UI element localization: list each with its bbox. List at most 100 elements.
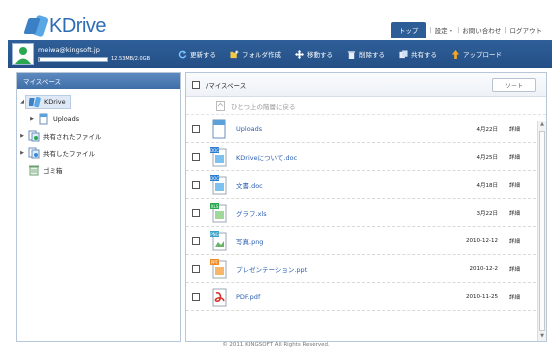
folder-tree: ◢ KDrive ▶ Uploads ▶ 共有されたファイル ▶ 共有したファイ… <box>17 89 180 182</box>
quota-bar <box>38 56 108 62</box>
file-row[interactable]: DOC 文書.doc 4月18日 詳細 <box>186 171 546 199</box>
share-button[interactable]: 共有する <box>399 49 437 59</box>
file-list-header: /マイスペース ソート <box>186 73 546 97</box>
ppt-file-icon: PPT <box>210 258 227 278</box>
nav-separator: | <box>457 26 460 34</box>
file-name[interactable]: Uploads <box>236 125 262 133</box>
expand-arrow-icon[interactable]: ▶ <box>19 150 25 156</box>
file-name[interactable]: プレゼンテーション.ppt <box>236 264 307 274</box>
tree-label: KDrive <box>44 97 66 106</box>
kdrive-logo-icon <box>23 14 49 38</box>
file-row[interactable]: PPT プレゼンテーション.ppt 2010-12-2 詳細 <box>186 255 546 283</box>
delete-button[interactable]: 削除する <box>347 49 385 59</box>
tree-item-kdrive[interactable]: ◢ KDrive <box>19 93 178 110</box>
tree-item-shared-out[interactable]: ▶ 共有したファイル <box>19 144 178 161</box>
row-checkbox[interactable] <box>192 208 200 217</box>
kdrive-logo[interactable]: KDrive <box>23 14 107 38</box>
copyright: © 2011 KINGSOFT All Rights Reserved. <box>222 342 330 348</box>
svg-text:PPT: PPT <box>211 259 219 264</box>
user-info: meiwa@kingsoft.jp 12.53MB/2.0GB <box>38 46 164 62</box>
logo-text: KDrive <box>49 14 107 37</box>
detail-link[interactable]: 詳細 <box>509 181 520 189</box>
move-button[interactable]: 移動する <box>295 49 333 59</box>
toolbar: meiwa@kingsoft.jp 12.53MB/2.0GB 更新する フォル… <box>8 40 552 68</box>
share-label: 共有する <box>411 51 437 59</box>
top-nav: トップ | 設定・ | お問い合わせ | ログアウト <box>390 22 543 38</box>
detail-link[interactable]: 詳細 <box>509 265 520 273</box>
file-row[interactable]: XLS グラフ.xls 3月22日 詳細 <box>186 199 546 227</box>
user-icon <box>15 47 31 64</box>
logout-link[interactable]: ログアウト <box>510 25 543 35</box>
select-all-checkbox[interactable] <box>192 80 200 89</box>
scroll-thumb[interactable] <box>539 131 545 331</box>
file-date: 3月22日 <box>476 210 499 217</box>
new-folder-label: フォルダ作成 <box>242 51 281 59</box>
scroll-up-icon[interactable]: ▲ <box>538 121 546 129</box>
row-checkbox[interactable] <box>192 124 200 133</box>
file-list-panel: /マイスペース ソート ひとつ上の階層に戻る Uploads 4月22日 詳細 … <box>185 72 547 342</box>
file-name[interactable]: グラフ.xls <box>236 208 267 218</box>
settings-link[interactable]: 設定・ <box>435 25 455 35</box>
parent-folder-label: ひとつ上の階層に戻る <box>231 102 296 111</box>
expand-arrow-icon[interactable]: ▶ <box>19 133 25 139</box>
file-row[interactable]: PNG 写真.png 2010-12-12 詳細 <box>186 227 546 255</box>
delete-label: 削除する <box>359 51 385 59</box>
delete-icon <box>347 50 356 59</box>
row-checkbox[interactable] <box>192 236 200 245</box>
file-name[interactable]: 文書.doc <box>236 180 263 190</box>
tree-item-shared-in[interactable]: ▶ 共有されたファイル <box>19 127 178 144</box>
new-folder-icon <box>230 49 239 58</box>
row-checkbox[interactable] <box>192 152 200 161</box>
top-tab[interactable]: トップ <box>390 22 427 38</box>
nav-separator: | <box>504 26 507 34</box>
refresh-button[interactable]: 更新する <box>178 49 216 59</box>
sort-button[interactable]: ソート <box>492 78 536 92</box>
quota-text: 12.53MB/2.0GB <box>111 56 150 62</box>
row-checkbox[interactable] <box>192 292 200 301</box>
file-row[interactable]: DOC KDriveについて.doc 4月25日 詳細 <box>186 143 546 171</box>
quota: 12.53MB/2.0GB <box>38 56 164 62</box>
detail-link[interactable]: 詳細 <box>509 125 520 133</box>
tree-item-trash[interactable]: ゴミ箱 <box>19 161 178 178</box>
file-name[interactable]: 写真.png <box>236 236 263 246</box>
left-panel: マイスペース ◢ KDrive ▶ Uploads ▶ 共有されたファイル ▶ … <box>16 72 181 342</box>
shared-in-icon <box>28 130 40 141</box>
detail-link[interactable]: 詳細 <box>509 237 520 245</box>
tree-item-uploads[interactable]: ▶ Uploads <box>19 110 178 127</box>
tree-label: 共有されたファイル <box>43 132 102 141</box>
detail-link[interactable]: 詳細 <box>509 153 520 161</box>
vertical-scrollbar[interactable]: ▲ ▼ <box>537 121 546 341</box>
upload-button[interactable]: アップロード <box>451 49 502 59</box>
scroll-down-icon[interactable]: ▼ <box>538 333 546 341</box>
file-date: 4月22日 <box>476 126 499 133</box>
detail-link[interactable]: 詳細 <box>509 209 520 217</box>
image-file-icon: PNG <box>210 230 227 250</box>
new-folder-button[interactable]: フォルダ作成 <box>230 49 281 59</box>
upload-icon <box>451 49 460 59</box>
file-row[interactable]: Uploads 4月22日 詳細 <box>186 115 546 143</box>
expand-arrow-icon[interactable]: ▶ <box>29 116 35 122</box>
svg-text:PNG: PNG <box>210 231 219 236</box>
up-level-icon <box>216 100 225 111</box>
file-row[interactable]: PDF.pdf 2010-11-25 詳細 <box>186 283 546 311</box>
file-date: 2010-11-25 <box>466 293 498 300</box>
trash-icon <box>29 165 39 175</box>
doc-file-icon: DOC <box>210 174 227 194</box>
parent-folder-link[interactable]: ひとつ上の階層に戻る <box>186 97 546 115</box>
file-name[interactable]: KDriveについて.doc <box>236 152 297 162</box>
user-email: meiwa@kingsoft.jp <box>38 46 100 54</box>
upload-label: アップロード <box>463 51 502 59</box>
move-icon <box>295 49 304 59</box>
nav-separator: | <box>429 26 432 34</box>
file-date: 4月18日 <box>476 182 499 189</box>
svg-text:DOC: DOC <box>210 147 219 152</box>
file-date: 2010-12-2 <box>469 265 498 272</box>
pdf-file-icon <box>212 288 227 306</box>
row-checkbox[interactable] <box>192 264 200 273</box>
file-date: 4月25日 <box>476 154 499 161</box>
row-checkbox[interactable] <box>192 180 200 189</box>
svg-text:DOC: DOC <box>210 175 219 180</box>
contact-link[interactable]: お問い合わせ <box>462 25 501 35</box>
detail-link[interactable]: 詳細 <box>509 293 520 301</box>
file-name[interactable]: PDF.pdf <box>236 293 260 301</box>
